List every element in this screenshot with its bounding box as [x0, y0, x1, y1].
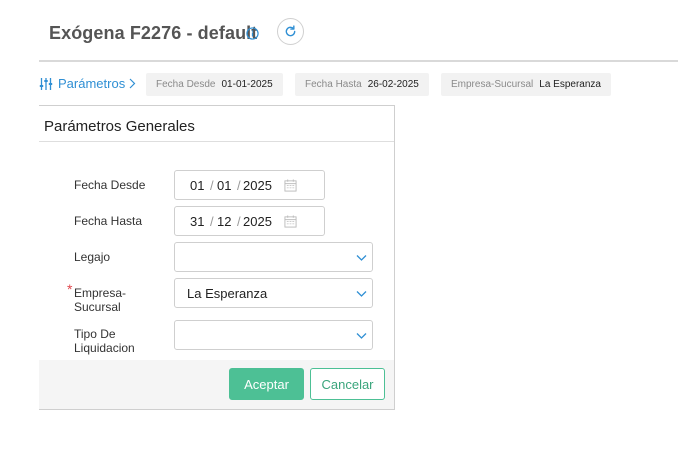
- chip-fecha-hasta: Fecha Hasta 26-02-2025: [295, 73, 429, 96]
- panel-footer: Aceptar Cancelar: [39, 360, 394, 409]
- empresa-sucursal-select[interactable]: La Esperanza: [174, 278, 373, 308]
- page-title: Exógena F2276 - default: [49, 23, 258, 43]
- parameters-link-label: Parámetros: [58, 76, 126, 91]
- fecha-hasta-label: Fecha Hasta: [74, 214, 143, 228]
- tipo-liquidacion-select[interactable]: [174, 320, 373, 350]
- fecha-desde-label: Fecha Desde: [74, 178, 146, 192]
- fecha-desde-month[interactable]: 01: [217, 178, 231, 193]
- calendar-icon[interactable]: [284, 179, 297, 192]
- fecha-desde-input[interactable]: 01 / 01 / 2025: [174, 170, 325, 200]
- panel-divider: [39, 141, 394, 142]
- chip-empresa-sucursal: Empresa-Sucursal La Esperanza: [441, 73, 611, 96]
- legajo-select[interactable]: [174, 242, 373, 272]
- page-header: Exógena F2276 - default: [39, 14, 678, 62]
- calendar-icon[interactable]: [284, 215, 297, 228]
- parameters-panel: Parámetros Generales Fecha Desde 01 / 01…: [39, 105, 395, 410]
- chevron-right-icon: [129, 78, 136, 89]
- fecha-hasta-input[interactable]: 31 / 12 / 2025: [174, 206, 325, 236]
- legajo-label: Legajo: [74, 250, 111, 264]
- fecha-desde-day[interactable]: 01: [190, 178, 204, 193]
- required-marker: *: [67, 281, 73, 297]
- fecha-hasta-year[interactable]: 2025: [243, 214, 272, 229]
- refresh-icon: [285, 25, 296, 37]
- fecha-hasta-day[interactable]: 31: [190, 214, 204, 229]
- info-icon[interactable]: [246, 27, 259, 40]
- chevron-down-icon: [356, 291, 367, 297]
- panel-title: Parámetros Generales: [44, 118, 195, 135]
- cancel-button[interactable]: Cancelar: [310, 368, 385, 400]
- fecha-hasta-month[interactable]: 12: [217, 214, 231, 229]
- empresa-sucursal-label: Empresa- Sucursal: [74, 286, 127, 314]
- parameters-bar: Parámetros Fecha Desde 01-01-2025 Fecha …: [39, 73, 678, 97]
- chevron-down-icon: [356, 255, 367, 261]
- sliders-icon: [39, 77, 53, 90]
- parameters-toggle[interactable]: Parámetros: [39, 76, 136, 91]
- fecha-desde-year[interactable]: 2025: [243, 178, 272, 193]
- chip-fecha-desde: Fecha Desde 01-01-2025: [146, 73, 283, 96]
- accept-button[interactable]: Aceptar: [229, 368, 304, 400]
- chevron-down-icon: [356, 333, 367, 339]
- refresh-button[interactable]: [277, 18, 304, 45]
- tipo-liquidacion-label: Tipo De Liquidacion: [74, 327, 135, 355]
